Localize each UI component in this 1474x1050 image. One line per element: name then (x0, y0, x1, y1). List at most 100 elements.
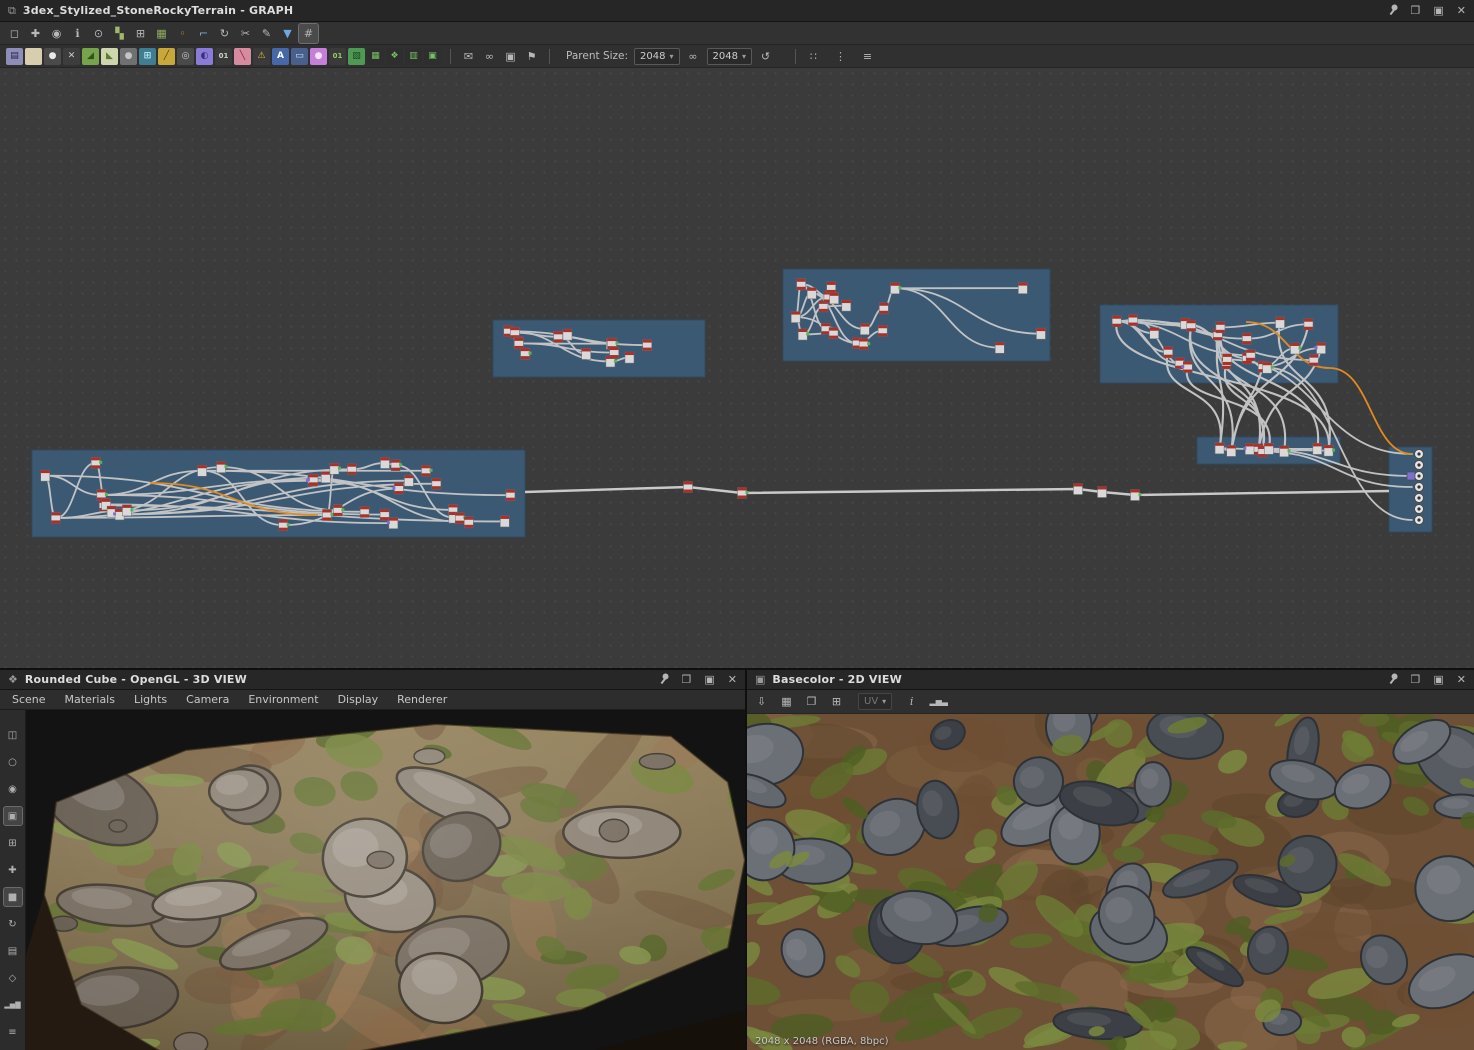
pixel-processor-node-icon[interactable]: ▦ (367, 47, 384, 65)
light-icon[interactable]: ○ (4, 753, 22, 771)
graph-node[interactable] (197, 464, 207, 477)
split-nodes-icon[interactable]: ⊞ (131, 24, 150, 43)
graph-node[interactable] (1163, 346, 1173, 358)
graph-node[interactable] (642, 339, 652, 351)
color-picker-node-icon[interactable]: ● (310, 47, 327, 65)
curvature-node-icon[interactable]: ╲ (234, 47, 251, 65)
graph-canvas[interactable] (0, 68, 1474, 668)
graph-node[interactable] (40, 469, 51, 482)
float-window-icon[interactable]: ❐ (682, 674, 692, 685)
graph-node[interactable] (562, 328, 573, 341)
output-node[interactable] (1414, 504, 1424, 514)
graph-node[interactable] (1222, 353, 1232, 366)
filter-funnel-icon[interactable]: ▼ (278, 24, 297, 43)
graph-node[interactable] (841, 299, 852, 312)
graph-node[interactable] (1097, 486, 1107, 498)
pin-icon[interactable] (1388, 673, 1398, 686)
graph-node[interactable] (359, 506, 370, 518)
parent-size-width-select[interactable]: 2048 ▾ (634, 47, 680, 65)
graph-node[interactable] (828, 327, 839, 339)
bitmap-node-icon[interactable]: ▤ (6, 47, 23, 65)
link-note-icon[interactable]: ∞ (480, 47, 499, 66)
output-node[interactable] (1414, 471, 1424, 481)
warning-node-icon[interactable]: ⚠ (253, 47, 270, 65)
output-node[interactable] (1414, 515, 1424, 525)
graph-node[interactable] (505, 489, 516, 501)
graph-node[interactable] (1264, 443, 1274, 455)
text-node-icon[interactable]: A (272, 47, 289, 65)
view2d-viewport[interactable]: 2048 x 2048 (RGBA, 8bpc) (747, 714, 1474, 1050)
graph-node[interactable] (796, 278, 806, 291)
graph-frame[interactable] (782, 268, 1051, 362)
export-icon[interactable]: ⇩ (752, 692, 771, 711)
graph-node[interactable] (553, 331, 563, 343)
dot-link-icon[interactable]: ◦ (173, 24, 192, 43)
graph-node[interactable] (683, 481, 693, 493)
histogram-icon[interactable]: ▂▅▃ (929, 692, 948, 711)
dot-options-icon[interactable]: ∷ (804, 47, 823, 66)
gradient-node-icon[interactable]: ◣ (101, 47, 118, 65)
graph-node[interactable] (431, 477, 442, 490)
pan-view-icon[interactable]: ✚ (26, 24, 45, 43)
graph-node[interactable] (464, 516, 474, 529)
graph-node[interactable] (379, 508, 390, 521)
menu-camera[interactable]: Camera (186, 693, 229, 706)
graph-node[interactable] (581, 348, 591, 360)
graph-node[interactable] (1128, 314, 1138, 326)
uniform-color-node-icon[interactable] (25, 47, 42, 65)
graph-node[interactable] (500, 515, 510, 528)
scene-grid-icon[interactable]: ⊞ (4, 834, 22, 852)
graph-node[interactable] (826, 281, 836, 294)
close-icon[interactable]: ✕ (1457, 5, 1466, 16)
graph-node[interactable] (1130, 489, 1142, 501)
graph-node[interactable] (806, 287, 817, 300)
pin-icon[interactable] (659, 673, 669, 686)
menu-renderer[interactable]: Renderer (397, 693, 447, 706)
geometry-cube-icon[interactable]: ■ (2, 887, 23, 907)
save-icon[interactable]: ▦ (777, 692, 796, 711)
value-display-node-icon[interactable]: 01 (329, 47, 346, 65)
zoom-icon[interactable]: ⊙ (89, 24, 108, 43)
rotate-object-icon[interactable]: ↻ (4, 915, 22, 933)
graph-node[interactable] (1312, 443, 1323, 455)
graph-node[interactable] (404, 474, 414, 487)
wireframe-icon[interactable]: ◇ (4, 969, 22, 987)
transform-view-icon[interactable]: ⊞ (827, 692, 846, 711)
capture-thumbnail-icon[interactable]: ◉ (47, 24, 66, 43)
camera-icon[interactable]: ◫ (4, 726, 22, 744)
normal-map-node-icon[interactable]: ◐ (196, 47, 213, 65)
graph-node[interactable] (1073, 483, 1083, 495)
graph-node[interactable] (50, 512, 61, 524)
output-node[interactable] (1414, 482, 1424, 492)
graph-node[interactable] (1308, 354, 1319, 366)
menu-display[interactable]: Display (338, 693, 379, 706)
graph-node[interactable] (1303, 318, 1314, 330)
close-icon[interactable]: ✕ (728, 674, 737, 685)
channel-shuffle-node-icon[interactable]: ✕ (63, 47, 80, 65)
graph-node[interactable] (380, 457, 390, 469)
parent-size-height-select[interactable]: 2048 ▾ (706, 47, 752, 65)
rotate-view-icon[interactable]: ↻ (215, 24, 234, 43)
graph-node[interactable] (737, 487, 749, 499)
node-info-icon[interactable]: ℹ (68, 24, 87, 43)
grid-view-icon[interactable]: ▦ (152, 24, 171, 43)
graph-node[interactable] (1245, 349, 1256, 362)
graph-node[interactable] (995, 341, 1005, 354)
graph-node[interactable] (320, 471, 331, 483)
graph-node[interactable] (1242, 332, 1252, 345)
blur-node-icon[interactable]: ● (120, 47, 137, 65)
image-note-icon[interactable]: ▣ (501, 47, 520, 66)
graph-node[interactable] (1036, 327, 1046, 340)
gizmo-icon[interactable]: ✚ (4, 861, 22, 879)
menu-lights[interactable]: Lights (134, 693, 167, 706)
layers-icon[interactable]: ▤ (4, 942, 22, 960)
material-preview-icon[interactable]: ▚ (110, 24, 129, 43)
graph-node[interactable] (609, 346, 619, 359)
graph-node[interactable] (1215, 321, 1226, 334)
graph-node[interactable] (1226, 445, 1237, 457)
close-icon[interactable]: ✕ (1457, 674, 1466, 685)
maximize-icon[interactable]: ▣ (1433, 5, 1443, 16)
output-node[interactable] (1414, 449, 1424, 459)
maximize-icon[interactable]: ▣ (1433, 674, 1443, 685)
graph-node[interactable] (514, 337, 524, 350)
